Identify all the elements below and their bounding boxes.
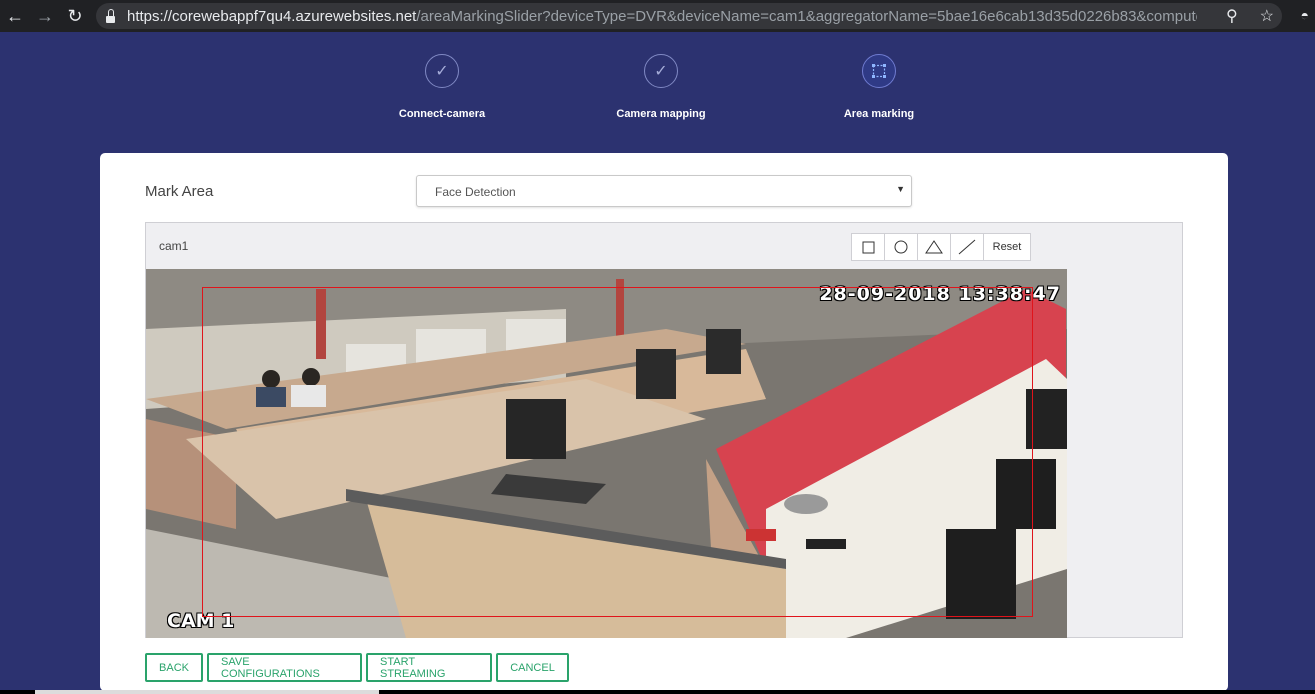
- circle-icon[interactable]: [885, 234, 918, 260]
- back-arrow-icon[interactable]: ←: [0, 0, 30, 32]
- url-path: /areaMarkingSlider?deviceType=DVR&device…: [416, 7, 1197, 25]
- reload-icon[interactable]: ↻: [60, 0, 90, 32]
- step-label: Area marking: [843, 108, 915, 120]
- action-buttons: BACK SAVE CONFIGURATIONS START STREAMING…: [145, 653, 569, 682]
- check-icon: ✓: [425, 54, 459, 88]
- dropdown-caret-icon: ▼: [896, 184, 905, 194]
- step-camera-mapping: ✓ Camera mapping: [581, 54, 741, 120]
- zoom-icon[interactable]: ⚲: [1226, 6, 1238, 26]
- browser-toolbar: ← → ↻ https://corewebappf7qu4.azurewebsi…: [0, 0, 1315, 32]
- mark-area-label: Mark Area: [145, 183, 214, 200]
- url-host: https://corewebappf7qu4.azurewebsites.ne…: [127, 7, 417, 25]
- lock-icon: [106, 9, 115, 23]
- address-bar[interactable]: https://corewebappf7qu4.azurewebsites.ne…: [96, 3, 1282, 29]
- save-configurations-button[interactable]: SAVE CONFIGURATIONS: [207, 653, 362, 682]
- detection-type-select[interactable]: Face Detection ▼: [416, 175, 912, 207]
- area-marking-card: Mark Area Face Detection ▼ cam1 Reset 28…: [100, 153, 1228, 691]
- triangle-icon[interactable]: [918, 234, 951, 260]
- marked-area-rectangle[interactable]: [202, 287, 1033, 617]
- back-button[interactable]: BACK: [145, 653, 203, 682]
- camera-feed[interactable]: 28-09-2018 13:38:47 CAM 1: [146, 269, 1067, 638]
- taskbar-strip: [0, 690, 1315, 694]
- extension-icon[interactable]: ◓: [1301, 7, 1309, 23]
- line-icon[interactable]: [951, 234, 984, 260]
- selected-option: Face Detection: [435, 185, 516, 199]
- camera-name: cam1: [159, 239, 189, 253]
- progress-stepper: ✓ Connect-camera ✓ Camera mapping Area m…: [0, 54, 1315, 124]
- cancel-button[interactable]: CANCEL: [496, 653, 569, 682]
- camera-panel: cam1 Reset 28-09-2018 13:38:47 CAM 1: [145, 222, 1183, 638]
- step-label: Connect-camera: [398, 108, 486, 120]
- forward-arrow-icon[interactable]: →: [30, 0, 60, 32]
- check-icon: ✓: [644, 54, 678, 88]
- step-connect-camera: ✓ Connect-camera: [362, 54, 522, 120]
- step-label: Camera mapping: [616, 108, 706, 120]
- url-text[interactable]: https://corewebappf7qu4.azurewebsites.ne…: [127, 8, 1197, 25]
- drawing-toolbar: Reset: [851, 233, 1031, 261]
- bookmark-star-icon[interactable]: ☆: [1260, 6, 1274, 26]
- reset-button[interactable]: Reset: [984, 234, 1030, 260]
- selection-square-icon: [862, 54, 896, 88]
- start-streaming-button[interactable]: START STREAMING: [366, 653, 492, 682]
- step-area-marking: Area marking: [799, 54, 959, 120]
- rectangle-icon[interactable]: [852, 234, 885, 260]
